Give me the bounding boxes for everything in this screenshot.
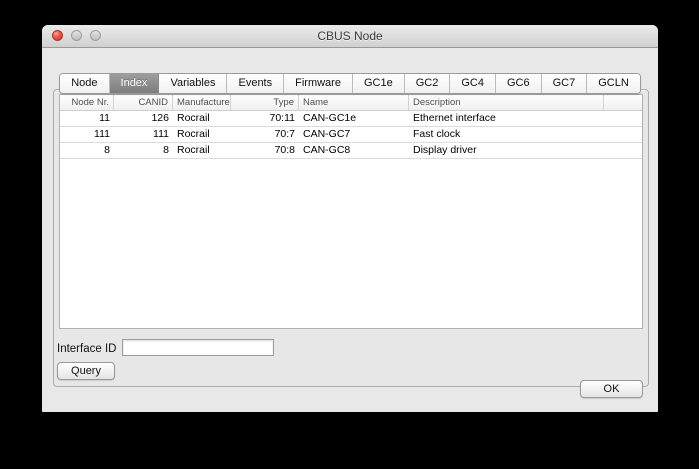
column-header-type[interactable]: Type: [231, 95, 299, 110]
table-cell: CAN-GC8: [303, 144, 351, 156]
node-table[interactable]: Node Nr. CANID Manufacturer Type Name Descrip…: [59, 94, 643, 329]
title-bar[interactable]: CBUS Node: [42, 25, 658, 48]
tab-events[interactable]: Events: [227, 74, 285, 93]
table-cell: 11: [99, 112, 110, 124]
window-title: CBUS Node: [317, 29, 383, 43]
table-row[interactable]: 8 8 Rocrail 70:8 CAN-GC8 Display driver: [60, 143, 642, 159]
tab-gc4[interactable]: GC4: [450, 74, 496, 93]
table-cell: 70:11: [269, 112, 296, 124]
table-cell: 111: [153, 128, 169, 140]
tab-variables[interactable]: Variables: [159, 74, 228, 93]
ok-button[interactable]: OK: [580, 380, 643, 398]
tab-node[interactable]: Node: [60, 74, 110, 93]
column-header-spare[interactable]: [604, 95, 642, 110]
table-cell: Rocrail: [177, 112, 210, 124]
table-cell: Rocrail: [177, 144, 210, 156]
table-cell: Display driver: [413, 144, 477, 156]
table-body: 11 126 Rocrail 70:11 CAN-GC1e Ethernet interf…: [60, 111, 642, 328]
column-header-description[interactable]: Description: [409, 95, 604, 110]
column-header-name[interactable]: Name: [299, 95, 409, 110]
table-row[interactable]: 111 111 Rocrail 70:7 CAN-GC7 Fast clock: [60, 127, 642, 143]
table-cell: 70:7: [274, 128, 295, 140]
table-cell: 111: [94, 128, 110, 140]
table-cell: [604, 111, 642, 126]
interface-id-input[interactable]: [122, 339, 274, 356]
query-button[interactable]: Query: [57, 362, 115, 380]
tab-gcln[interactable]: GCLN: [587, 74, 640, 93]
tab-gc1e[interactable]: GC1e: [352, 74, 405, 93]
tab-segments: Node Index Variables Events Firmware GC1e GC2 G…: [59, 73, 641, 94]
column-header-node-nr-[interactable]: Node Nr.: [60, 95, 114, 110]
tab-index[interactable]: Index: [109, 74, 160, 93]
table-cell: [604, 127, 642, 142]
table-row[interactable]: 11 126 Rocrail 70:11 CAN-GC1e Ethernet interf…: [60, 111, 642, 127]
table-cell: CAN-GC7: [303, 128, 351, 140]
table-cell: Fast clock: [413, 128, 461, 140]
table-cell: Rocrail: [177, 128, 210, 140]
table-cell: 70:8: [274, 144, 295, 156]
window-content: Node Index Variables Events Firmware GC1e GC2 G…: [42, 48, 658, 412]
cbus-node-window: CBUS Node Node Index Variables Events Firmwa…: [42, 25, 658, 412]
column-header-canid[interactable]: CANID: [114, 95, 173, 110]
tab-bar: Node Index Variables Events Firmware GC1e GC2 G…: [42, 73, 658, 94]
table-header: Node Nr. CANID Manufacturer Type Name Descrip…: [60, 95, 642, 111]
table-cell: CAN-GC1e: [303, 112, 357, 124]
tab-gc7[interactable]: GC7: [541, 74, 588, 93]
column-header-manufacturer[interactable]: Manufacturer: [173, 95, 231, 110]
table-cell: 126: [151, 112, 169, 124]
tab-gc2[interactable]: GC2: [404, 74, 451, 93]
table-cell: [604, 143, 642, 158]
interface-id-label: Interface ID: [57, 343, 117, 355]
table-cell: 8: [163, 144, 169, 156]
table-cell: Ethernet interface: [413, 112, 496, 124]
table-cell: 8: [104, 144, 110, 156]
tab-gc6[interactable]: GC6: [495, 74, 542, 93]
tab-firmware[interactable]: Firmware: [284, 74, 353, 93]
